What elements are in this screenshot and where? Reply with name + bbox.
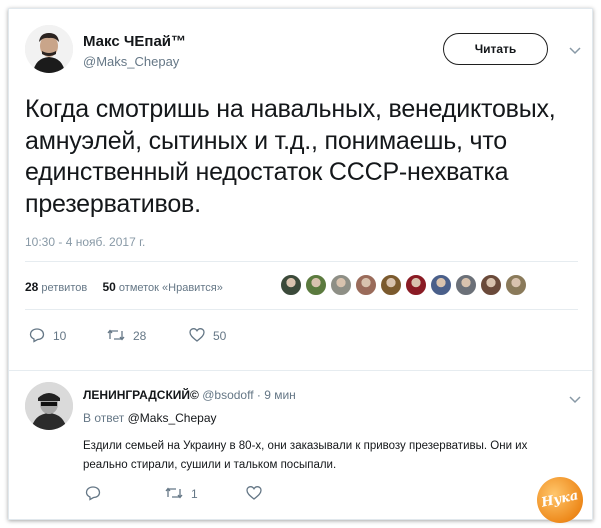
reply-retweet-action[interactable]: 1 bbox=[165, 485, 198, 501]
author-avatar[interactable] bbox=[25, 25, 73, 73]
liker-avatar[interactable] bbox=[330, 274, 352, 296]
divider bbox=[25, 309, 578, 310]
reply-like-action[interactable] bbox=[246, 485, 270, 501]
reply-retweet-count: 1 bbox=[191, 487, 198, 501]
likes-stat[interactable]: 50 отметок «Нравится» bbox=[102, 280, 223, 294]
tweet-card: Макс ЧЕпай™ @Maks_Chepay Читать Когда см… bbox=[8, 8, 593, 528]
retweet-icon bbox=[165, 487, 183, 499]
liker-avatar[interactable] bbox=[480, 274, 502, 296]
reply-author-avatar[interactable] bbox=[25, 382, 73, 430]
retweet-action[interactable]: 28 bbox=[107, 327, 146, 343]
reply-to-handle[interactable]: @Maks_Chepay bbox=[128, 411, 217, 425]
reply-text: Ездили семьей на Украину в 80-х, они зак… bbox=[83, 440, 528, 471]
retweets-count: 28 bbox=[25, 280, 39, 294]
like-count: 50 bbox=[213, 329, 227, 343]
reply-reply-action[interactable] bbox=[85, 485, 109, 501]
tweet-stats: 28 ретвитов 50 отметок «Нравится» bbox=[25, 280, 223, 294]
like-icon bbox=[246, 486, 262, 500]
liker-avatar[interactable] bbox=[505, 274, 527, 296]
like-icon bbox=[189, 328, 205, 342]
liker-avatar[interactable] bbox=[280, 274, 302, 296]
reply-count: 10 bbox=[53, 329, 67, 343]
reply-to-label: В ответ bbox=[83, 411, 125, 425]
retweets-stat[interactable]: 28 ретвитов bbox=[25, 280, 88, 294]
retweet-icon bbox=[107, 329, 125, 341]
divider bbox=[25, 261, 578, 262]
chevron-down-icon[interactable] bbox=[569, 42, 581, 58]
reply-action[interactable]: 10 bbox=[29, 327, 66, 343]
reply-to-line: В ответ @Maks_Chepay bbox=[83, 411, 217, 425]
liker-avatar[interactable] bbox=[305, 274, 327, 296]
liker-avatar[interactable] bbox=[455, 274, 477, 296]
liker-avatar[interactable] bbox=[405, 274, 427, 296]
reply-icon bbox=[29, 328, 45, 343]
reply-author-name[interactable]: ЛЕНИНГРАДСКИЙ© bbox=[83, 388, 199, 402]
retweet-count: 28 bbox=[133, 329, 147, 343]
chevron-down-icon[interactable] bbox=[569, 391, 581, 407]
retweets-label: ретвитов bbox=[41, 282, 88, 294]
reply-author-handle[interactable]: @bsodoff bbox=[202, 388, 253, 402]
divider bbox=[9, 370, 592, 371]
author-handle[interactable]: @Maks_Chepay bbox=[83, 54, 179, 69]
like-action[interactable]: 50 bbox=[189, 327, 226, 343]
liker-avatar[interactable] bbox=[380, 274, 402, 296]
reply-header: ЛЕНИНГРАДСКИЙ© @bsodoff · 9 мин bbox=[83, 388, 296, 402]
tweet-timestamp[interactable]: 10:30 - 4 нояб. 2017 г. bbox=[25, 235, 145, 249]
tweet-text: Когда смотришь на навальных, венедиктовы… bbox=[25, 95, 556, 218]
liker-avatar[interactable] bbox=[355, 274, 377, 296]
reply-time[interactable]: 9 мин bbox=[264, 388, 296, 402]
reply-icon bbox=[85, 486, 101, 501]
follow-button[interactable]: Читать bbox=[443, 33, 548, 65]
likes-count: 50 bbox=[102, 280, 116, 294]
author-name[interactable]: Макс ЧЕпай™ bbox=[83, 33, 186, 50]
liker-avatar[interactable] bbox=[430, 274, 452, 296]
likes-label: отметок «Нравится» bbox=[118, 282, 223, 294]
watermark-logo: Нука bbox=[532, 472, 588, 528]
